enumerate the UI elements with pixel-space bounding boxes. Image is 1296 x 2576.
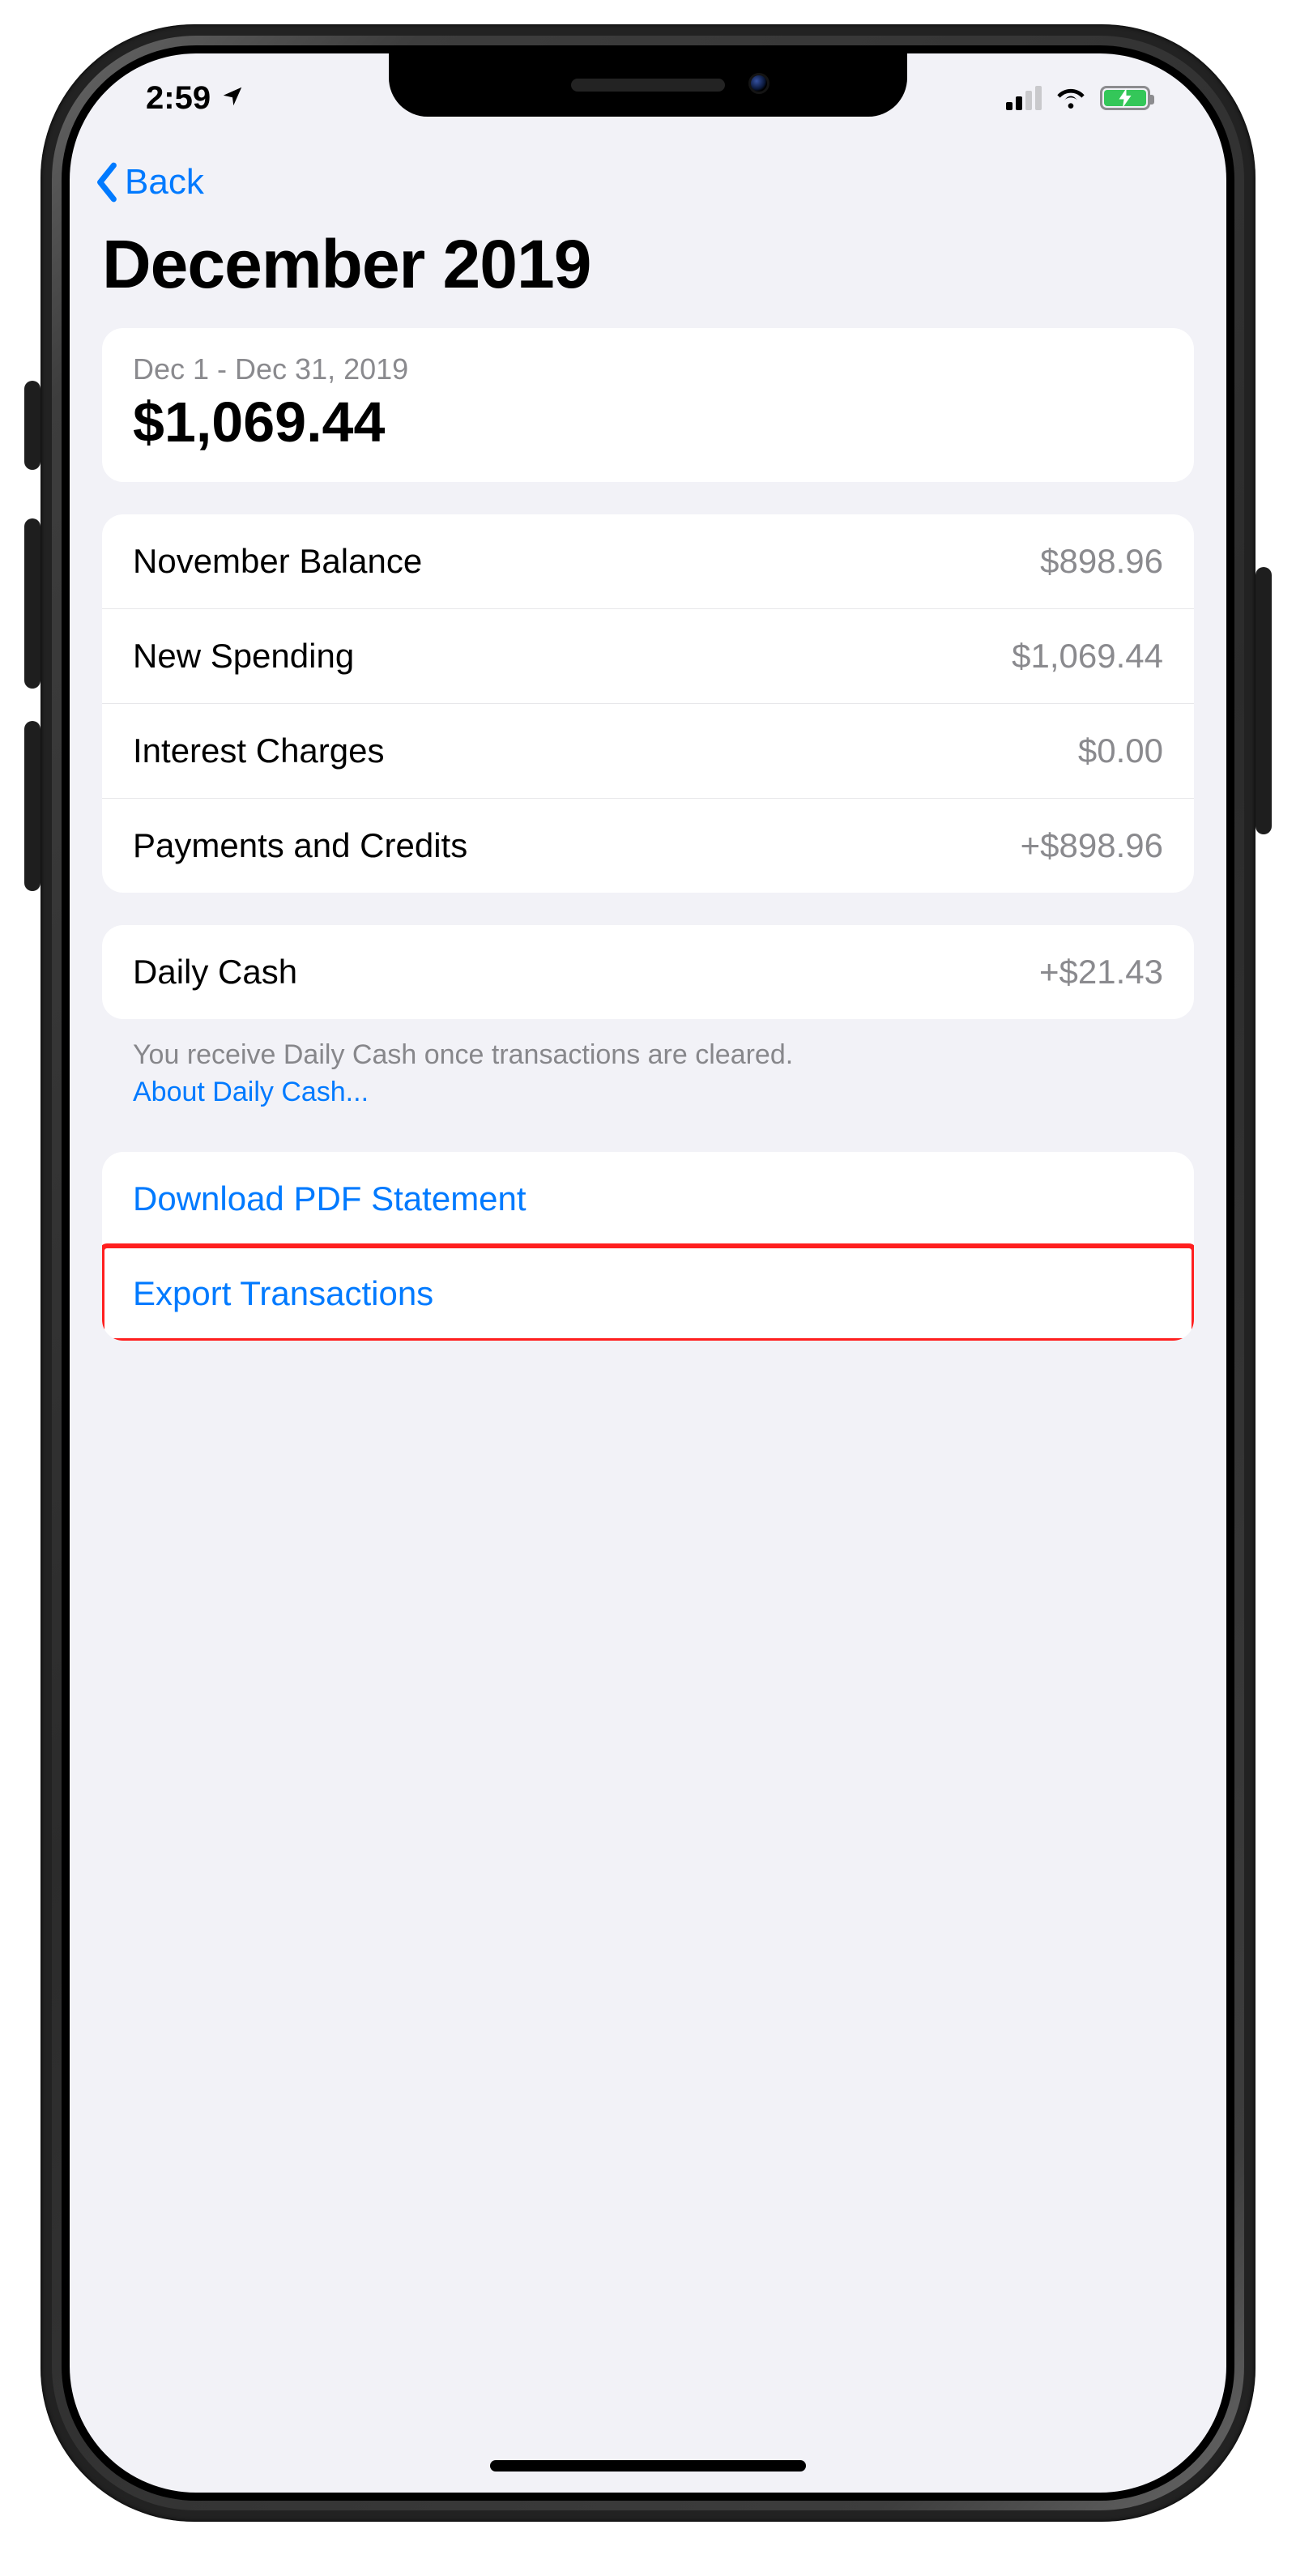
back-label: Back — [125, 162, 204, 203]
speaker-grille — [571, 79, 725, 92]
daily-cash-note-text: You receive Daily Cash once transactions… — [133, 1039, 793, 1070]
wifi-icon — [1055, 84, 1087, 113]
chevron-left-icon — [92, 162, 122, 203]
row-label: Interest Charges — [133, 731, 385, 770]
daily-cash-footnote: You receive Daily Cash once transactions… — [102, 1037, 1194, 1111]
cellular-signal-icon — [1006, 86, 1042, 110]
statement-summary-card: Dec 1 - Dec 31, 2019 $1,069.44 — [102, 328, 1194, 482]
row-daily-cash: Daily Cash +$21.43 — [102, 925, 1194, 1019]
download-pdf-button[interactable]: Download PDF Statement — [102, 1152, 1194, 1246]
screen: 2:59 — [70, 53, 1226, 2493]
statement-total: $1,069.44 — [133, 390, 1163, 454]
row-value: $0.00 — [1078, 731, 1163, 770]
row-value: +$898.96 — [1021, 826, 1163, 865]
location-icon — [220, 80, 245, 117]
statement-breakdown-card: November Balance $898.96 New Spending $1… — [102, 514, 1194, 893]
phone-frame: 2:59 — [40, 24, 1256, 2522]
home-indicator[interactable] — [490, 2460, 806, 2472]
daily-cash-card: Daily Cash +$21.43 — [102, 925, 1194, 1019]
row-label: November Balance — [133, 542, 422, 581]
volume-up-button — [24, 518, 40, 689]
export-transactions-button[interactable]: Export Transactions — [102, 1246, 1194, 1341]
row-value: $1,069.44 — [1012, 637, 1163, 676]
statement-date-range: Dec 1 - Dec 31, 2019 — [133, 352, 1163, 386]
page-title: December 2019 — [70, 209, 1226, 328]
row-value: $898.96 — [1040, 542, 1163, 581]
volume-down-button — [24, 721, 40, 891]
row-label: Payments and Credits — [133, 826, 467, 865]
row-interest-charges: Interest Charges $0.00 — [102, 703, 1194, 798]
charging-bolt-icon — [1102, 88, 1148, 108]
back-button[interactable]: Back — [92, 162, 204, 203]
mute-switch — [24, 381, 40, 470]
row-label: Daily Cash — [133, 953, 297, 992]
notch — [389, 53, 907, 117]
row-label: New Spending — [133, 637, 354, 676]
actions-card: Download PDF Statement Export Transactio… — [102, 1152, 1194, 1341]
row-value: +$21.43 — [1039, 953, 1163, 992]
about-daily-cash-link[interactable]: About Daily Cash... — [133, 1077, 369, 1107]
status-time: 2:59 — [146, 80, 211, 117]
row-new-spending: New Spending $1,069.44 — [102, 608, 1194, 703]
row-payments-credits: Payments and Credits +$898.96 — [102, 798, 1194, 893]
battery-icon — [1100, 86, 1150, 110]
front-camera — [748, 73, 770, 94]
row-previous-balance: November Balance $898.96 — [102, 514, 1194, 608]
power-button — [1256, 567, 1272, 834]
